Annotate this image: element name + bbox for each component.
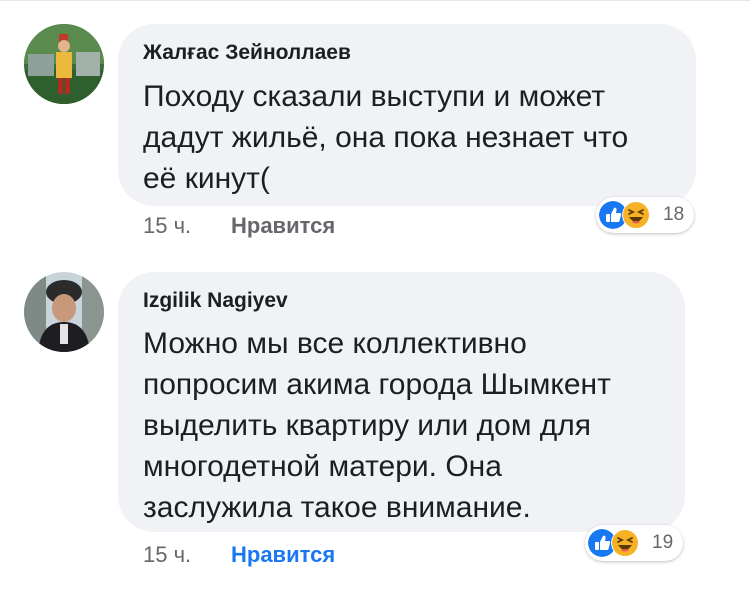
comment-timestamp[interactable]: 15 ч. — [143, 213, 191, 239]
reaction-count: 19 — [652, 532, 674, 553]
comment-text-line: заслужила такое внимание. — [143, 491, 531, 524]
comment-text-line: Можно мы все коллективно — [143, 327, 527, 360]
avatar-image — [24, 24, 104, 104]
reaction-count: 18 — [663, 204, 685, 225]
comment-text-line: выделить квартиру или дом для — [143, 409, 592, 442]
comment-author[interactable]: Жалғас Зейноллаев — [143, 41, 351, 65]
avatar-image — [24, 272, 104, 352]
reactions-summary[interactable]: 19 — [585, 525, 683, 561]
comment-author[interactable]: Izgilik Nagiyev — [143, 289, 288, 313]
comment-text-line: её кинут( — [143, 162, 270, 195]
haha-icon — [611, 529, 639, 557]
divider — [0, 0, 750, 1]
avatar[interactable] — [24, 24, 104, 104]
avatar[interactable] — [24, 272, 104, 352]
comments-thread: Жалғас Зейноллаев Походу сказали выступи… — [0, 0, 750, 596]
comment-text-line: попросим акима города Шымкент — [143, 368, 611, 401]
like-button[interactable]: Нравится — [231, 542, 335, 568]
comment-text: Походу сказали выступи и может дадут жил… — [143, 76, 628, 199]
comment-text-line: Походу сказали выступи и может — [143, 80, 606, 113]
reactions-summary[interactable]: 18 — [596, 197, 694, 233]
comment-text-line: многодетной матери. Она — [143, 450, 502, 483]
comment-text-line: дадут жильё, она пока незнает что — [143, 121, 629, 154]
comment-timestamp[interactable]: 15 ч. — [143, 542, 191, 568]
comment-text: Можно мы все коллективно попросим акима … — [143, 323, 611, 528]
like-button[interactable]: Нравится — [231, 213, 335, 239]
haha-icon — [622, 201, 650, 229]
